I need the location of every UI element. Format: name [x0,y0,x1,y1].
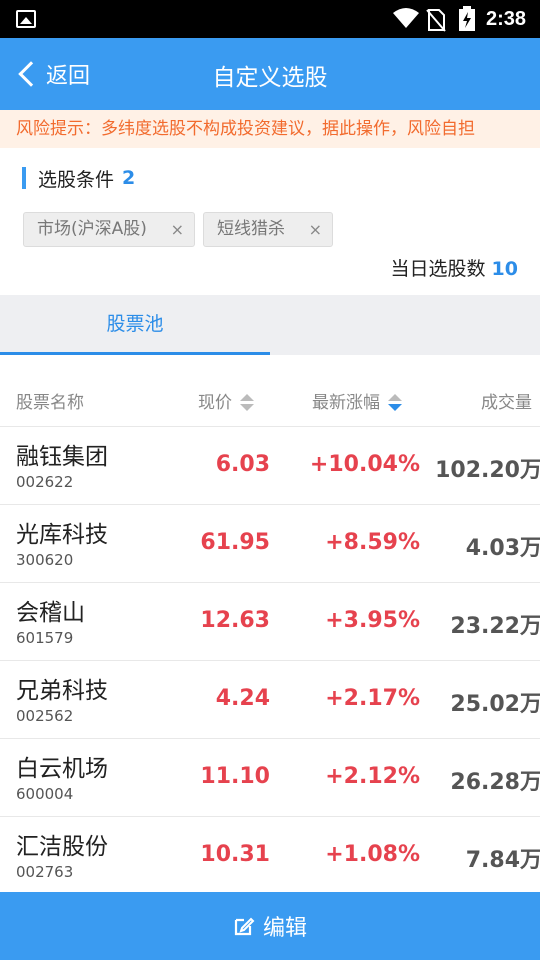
stock-name: 汇洁股份 [16,834,108,860]
conditions-count: 2 [122,167,136,189]
stock-code: 002622 [16,473,74,491]
condition-tag-label: 短线猎杀 [217,219,285,239]
edit-button[interactable]: 编辑 [0,892,540,960]
tab-bar: 股票池 [0,295,540,355]
stock-name: 光库科技 [16,522,108,548]
stock-price: 11.10 [200,764,270,789]
conditions-heading: 选股条件 2 [22,166,136,191]
risk-notice: 风险提示：多纬度选股不构成投资建议，据此操作，风险自担 [0,110,540,148]
column-header-change[interactable]: 最新涨幅 [312,388,402,413]
table-row[interactable]: 白云机场 600004 11.10 +2.12% 26.28万 [0,738,540,816]
table-row[interactable]: 融钰集团 002622 6.03 +10.04% 102.20万 [0,426,540,504]
stock-name: 兄弟科技 [16,678,108,704]
edit-icon [234,917,255,936]
condition-tag-label: 市场(沪深A股) [37,219,147,239]
stock-volume: 7.84万 [465,848,540,873]
condition-tag-strategy[interactable]: 短线猎杀 × [203,212,333,247]
stock-change: +2.17% [325,686,420,711]
stock-volume: 4.03万 [465,536,540,561]
stock-code: 601579 [16,629,74,647]
condition-tag-market[interactable]: 市场(沪深A股) × [23,212,195,247]
stock-price: 4.24 [215,686,270,711]
stock-code: 300620 [16,551,74,569]
stock-volume: 102.20万 [435,458,540,483]
stock-price: 61.95 [200,530,270,555]
column-header-change-label: 最新涨幅 [312,393,380,413]
stock-change: +3.95% [325,608,420,633]
close-icon[interactable]: × [309,213,322,246]
stock-change: +8.59% [325,530,420,555]
stock-name: 白云机场 [16,756,108,782]
stock-change: +1.08% [325,842,420,867]
stock-name: 会稽山 [16,600,85,626]
stock-change: +10.04% [309,452,420,477]
battery-charging-icon [459,6,475,31]
stock-list: 融钰集团 002622 6.03 +10.04% 102.20万 光库科技 30… [0,426,540,894]
table-row[interactable]: 会稽山 601579 12.63 +3.95% 23.22万 [0,582,540,660]
column-header-price[interactable]: 现价 [198,388,254,413]
column-header-name: 股票名称 [16,393,84,413]
stock-code: 002562 [16,707,74,725]
status-bar: 2:38 [0,0,540,38]
no-sim-icon [426,9,446,32]
column-header-price-label: 现价 [198,393,232,413]
stock-code: 600004 [16,785,74,803]
day-selection-count: 当日选股数 10 [391,254,518,281]
stock-change: +2.12% [325,764,420,789]
column-header-volume[interactable]: 成交量 [481,388,532,413]
section-marker [22,167,26,189]
day-count-label: 当日选股数 [390,258,486,280]
stock-volume: 23.22万 [450,614,540,639]
wifi-icon [393,8,419,28]
table-row[interactable]: 汇洁股份 002763 10.31 +1.08% 7.84万 [0,816,540,894]
edit-button-label: 编辑 [262,916,307,941]
stock-name: 融钰集团 [16,444,108,470]
stock-volume: 26.28万 [450,770,540,795]
page-title: 自定义选股 [212,65,328,91]
stock-price: 10.31 [200,842,270,867]
conditions-title: 选股条件 [38,168,115,191]
table-row[interactable]: 光库科技 300620 61.95 +8.59% 4.03万 [0,504,540,582]
tab-underline [0,352,270,355]
status-time: 2:38 [486,8,527,30]
tab-stock-pool[interactable]: 股票池 [0,295,270,355]
table-header: 股票名称 现价 最新涨幅 成交量 [0,376,540,424]
sort-descending-icon [388,394,402,412]
tab-label: 股票池 [106,313,164,335]
day-count-value: 10 [491,258,518,280]
stock-code: 002763 [16,863,74,881]
table-row[interactable]: 兄弟科技 002562 4.24 +2.17% 25.02万 [0,660,540,738]
close-icon[interactable]: × [171,213,184,246]
image-icon [16,10,36,28]
stock-volume: 25.02万 [450,692,540,717]
stock-price: 6.03 [215,452,270,477]
stock-price: 12.63 [200,608,270,633]
sort-icon [240,394,254,412]
app-header: 返回 自定义选股 [0,38,540,110]
